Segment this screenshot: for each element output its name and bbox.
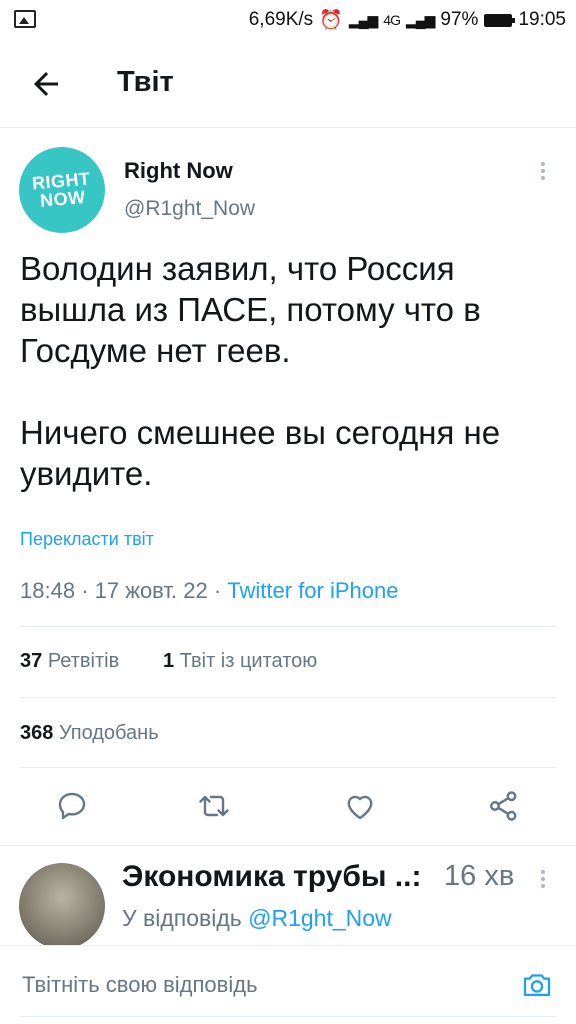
battery-icon <box>484 13 516 27</box>
image-notification-icon <box>14 10 36 28</box>
compose-separator <box>0 945 576 946</box>
back-button[interactable] <box>28 66 64 102</box>
camera-button[interactable] <box>520 968 554 1002</box>
reply-more-button[interactable] <box>536 870 550 894</box>
likes-label: Уподобань <box>58 722 159 744</box>
share-icon <box>490 791 517 821</box>
alarm-icon: ⏰ <box>319 10 343 31</box>
likes-stat[interactable]: 368 Уподобань <box>20 722 159 745</box>
reply-mention[interactable]: @R1ght_Now <box>248 905 392 931</box>
retweets-label: Ретвітів <box>47 650 120 672</box>
avatar-logo-text: RIGHT NOW <box>31 168 92 211</box>
reply-author-name[interactable]: Экономика трубы ..: <box>122 860 421 894</box>
tweet-date: 17 жовт. 22 <box>94 578 208 603</box>
quotes-label: Твіт із цитатою <box>179 650 318 672</box>
back-arrow-icon <box>34 72 58 96</box>
quotes-count: 1 <box>163 650 175 672</box>
reply-prefix: У відповідь <box>122 905 242 931</box>
compose-bar: Твітніть свою відповідь <box>0 945 576 1024</box>
likes-count: 368 <box>20 722 54 744</box>
like-icon <box>347 795 373 820</box>
reply-author-avatar[interactable] <box>19 863 105 949</box>
reply-time: 16 хв <box>444 860 515 892</box>
author-avatar[interactable]: RIGHT NOW <box>19 147 105 233</box>
translate-link[interactable]: Перекласти твіт <box>20 529 154 550</box>
more-options-button[interactable] <box>536 162 550 186</box>
top-bar: Твіт <box>0 40 576 128</box>
camera-icon <box>523 974 551 997</box>
section-separator <box>0 845 576 846</box>
tweet-paragraph-2: Ничего смешнее вы сегодня не увидите. <box>20 414 501 492</box>
share-button[interactable] <box>486 788 522 824</box>
more-icon <box>536 870 550 888</box>
reply-icon <box>58 792 86 820</box>
author-name[interactable]: Right Now <box>124 158 233 184</box>
network-type: 4G <box>383 12 401 28</box>
quotes-stat[interactable]: 1 Твіт із цитатою <box>163 650 317 673</box>
signal-icon-2: ▂▄▆ <box>405 11 435 28</box>
status-bar-right: 6,69K/s ⏰ ▂▄▆ 4G ▂▄▆ 97% 19:05 <box>249 7 566 33</box>
tweet-meta: 18:48 · 17 жовт. 22 · Twitter for iPhone <box>20 578 399 603</box>
reply-button[interactable] <box>54 788 90 824</box>
retweet-icon <box>199 795 229 817</box>
tweet-source[interactable]: Twitter for iPhone <box>227 578 398 603</box>
status-bar: 6,69K/s ⏰ ▂▄▆ 4G ▂▄▆ 97% 19:05 <box>0 0 576 40</box>
input-underline <box>20 1016 556 1017</box>
reply-context: У відповідь @R1ght_Now <box>122 905 392 932</box>
tweet-time: 18:48 <box>20 578 76 603</box>
tweet-paragraph-1: Володин заявил, что Россия вышла из ПАСЕ… <box>20 250 481 369</box>
author-handle[interactable]: @R1ght_Now <box>124 197 255 221</box>
divider <box>20 697 556 698</box>
like-button[interactable] <box>342 788 378 824</box>
tweet-text: Володин заявил, что Россия вышла из ПАСЕ… <box>20 248 560 494</box>
battery-percent: 97% <box>440 9 479 30</box>
signal-icon: ▂▄▆ <box>348 11 378 28</box>
retweets-stat[interactable]: 37 Ретвітів <box>20 650 119 673</box>
divider <box>20 626 556 627</box>
clock: 19:05 <box>518 9 566 30</box>
more-icon <box>536 162 550 180</box>
reply-input[interactable]: Твітніть свою відповідь <box>22 972 258 998</box>
network-speed: 6,69K/s <box>248 9 314 30</box>
retweets-count: 37 <box>20 650 43 672</box>
retweet-button[interactable] <box>196 788 232 824</box>
page-title: Твіт <box>117 66 174 98</box>
divider <box>20 767 556 768</box>
